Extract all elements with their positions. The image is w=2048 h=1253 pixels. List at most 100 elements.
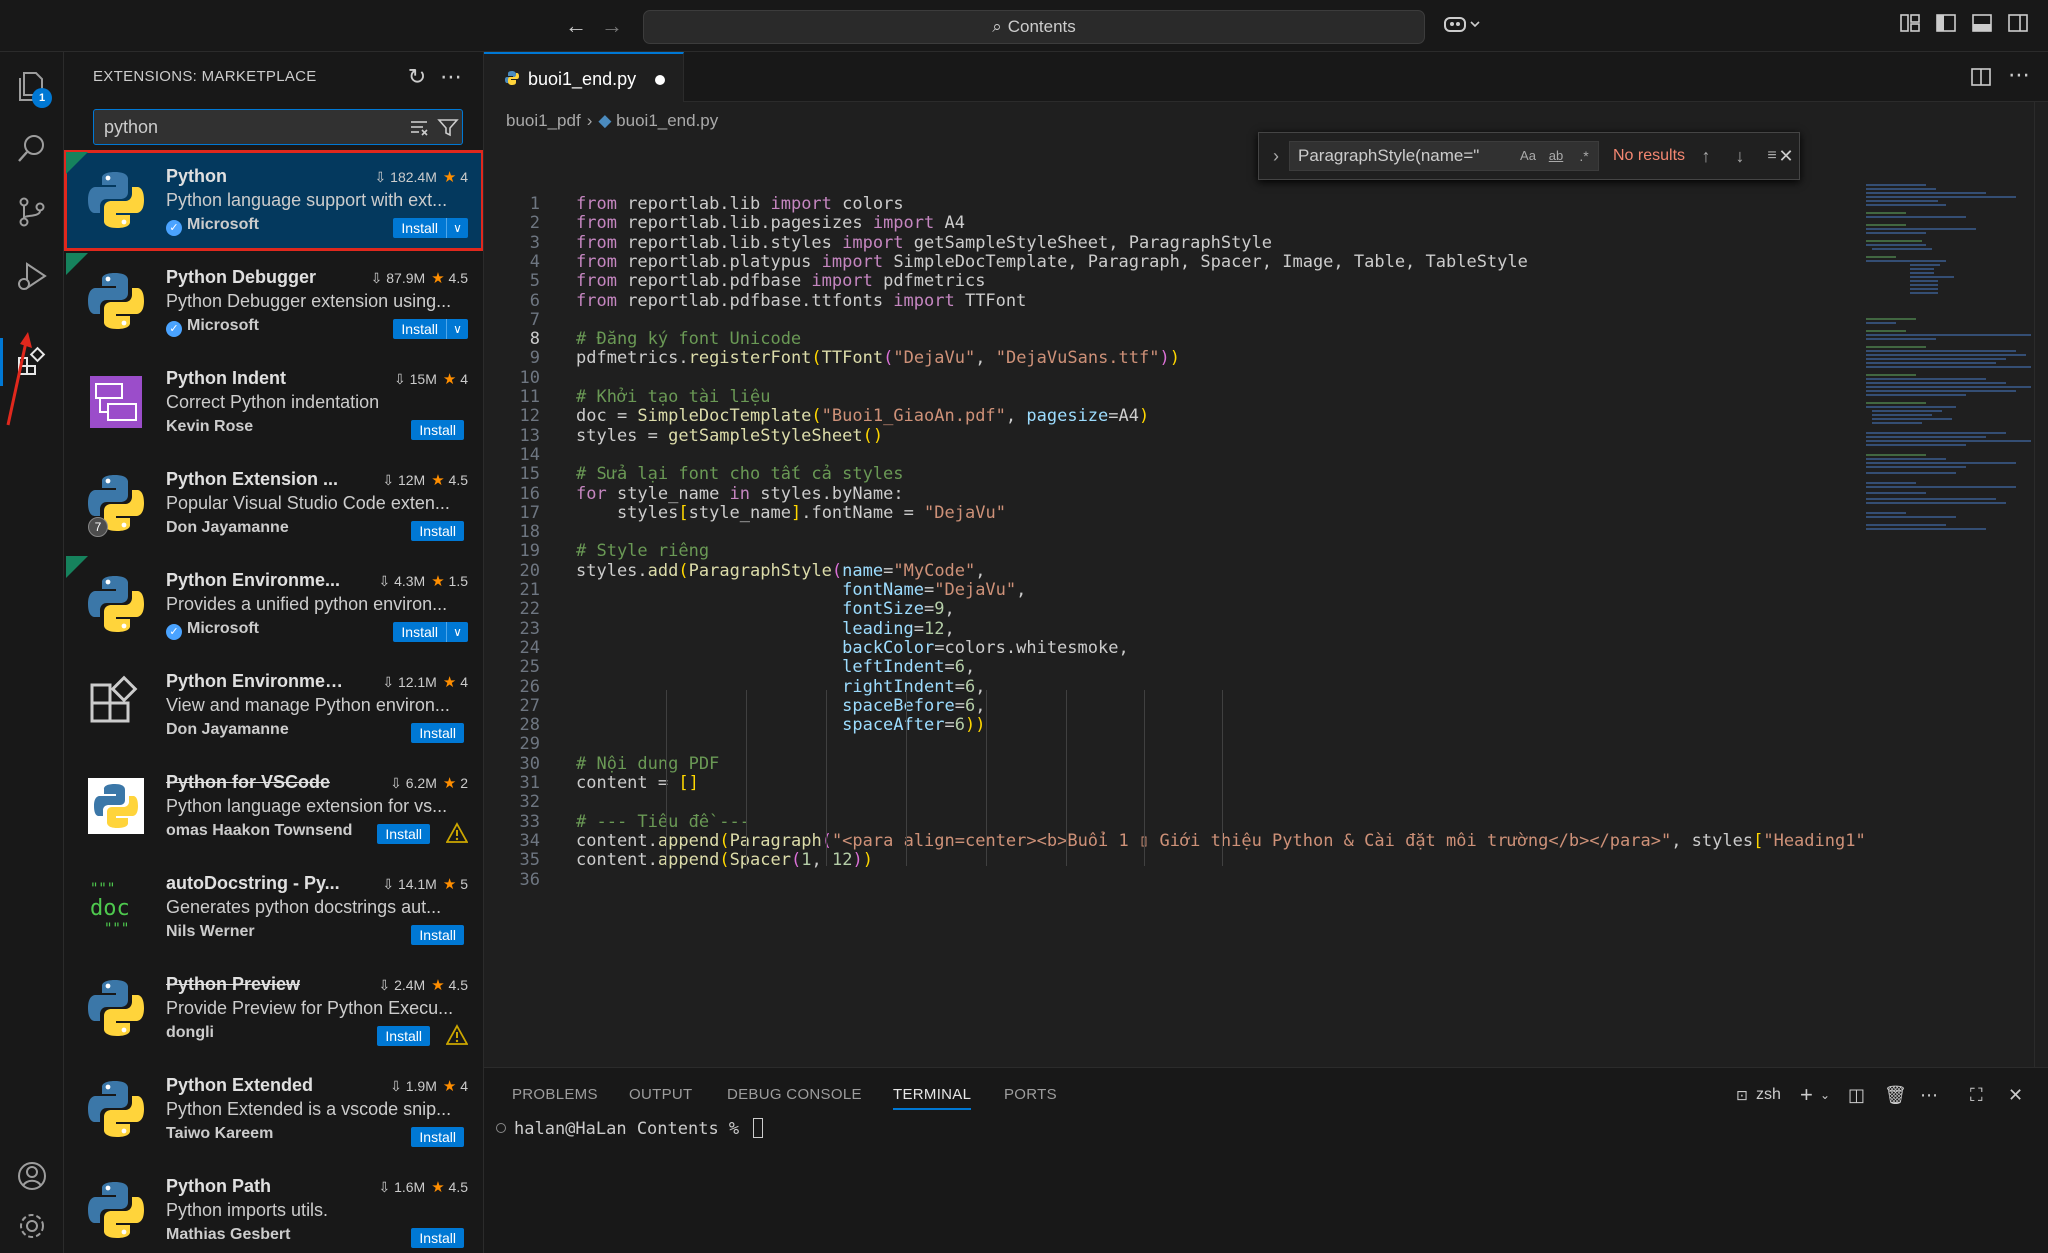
- extension-search-box[interactable]: [93, 109, 463, 145]
- extension-item[interactable]: Python for VSCode ⇩ 6.2M ★ 2 Python languag…: [64, 756, 483, 857]
- editor-scrollbar[interactable]: [2034, 102, 2048, 1067]
- previous-match-arrow-up-icon[interactable]: ↑: [1693, 143, 1719, 169]
- terminal-output[interactable]: halan@HaLan Contents %: [496, 1118, 764, 1139]
- code-editor[interactable]: 1 from reportlab.lib import colors 2 from r…: [484, 178, 1864, 1066]
- more-actions-icon[interactable]: ⋯: [436, 62, 466, 92]
- kill-terminal-trash-icon[interactable]: 🗑: [1884, 1082, 1907, 1108]
- explorer-badge: 1: [32, 88, 52, 108]
- panel-tab-debug-console[interactable]: DEBUG CONSOLE: [727, 1086, 862, 1103]
- publisher-name[interactable]: Mathias Gesbert: [166, 1226, 290, 1243]
- toggle-secondary-sidebar-icon[interactable]: [2004, 12, 2032, 40]
- explorer-icon[interactable]: 1: [8, 62, 56, 110]
- next-match-arrow-down-icon[interactable]: ↓: [1727, 143, 1753, 169]
- install-button[interactable]: Install: [411, 521, 464, 541]
- panel-more-actions-icon[interactable]: ⋯: [1920, 1082, 1938, 1108]
- install-options-chevron-icon[interactable]: ∨: [446, 218, 468, 238]
- toggle-replace-chevron-icon[interactable]: ›: [1263, 143, 1289, 169]
- download-cloud-icon: ⇩: [382, 674, 398, 690]
- panel-tab-problems[interactable]: PROBLEMS: [512, 1086, 598, 1103]
- arrow-right-icon[interactable]: →: [598, 12, 626, 40]
- install-button[interactable]: Install: [393, 319, 446, 339]
- command-center[interactable]: ⌕ Contents: [643, 10, 1425, 44]
- new-terminal-plus-icon[interactable]: +: [1800, 1082, 1813, 1108]
- extension-search-input[interactable]: [104, 115, 374, 139]
- install-button[interactable]: Install: [411, 723, 464, 743]
- install-button[interactable]: Install: [411, 1127, 464, 1147]
- extension-item[interactable]: 7 Python Extension ... ⇩ 12M ★ 4.5 Popular V…: [64, 453, 483, 554]
- split-terminal-icon[interactable]: ◫: [1848, 1082, 1865, 1108]
- match-case-icon[interactable]: Aa: [1515, 143, 1541, 169]
- toggle-panel-icon[interactable]: [1968, 12, 1996, 40]
- publisher-name[interactable]: omas Haakon Townsend: [166, 822, 352, 839]
- extension-item[interactable]: Python Preview ⇩ 2.4M ★ 4.5 Provide Preview…: [64, 958, 483, 1059]
- copilot-icon[interactable]: [1442, 12, 1482, 40]
- settings-gear-icon[interactable]: [8, 1202, 56, 1250]
- install-button[interactable]: Install: [377, 824, 430, 844]
- install-button[interactable]: Install: [393, 218, 446, 238]
- customize-layout-icon[interactable]: [1896, 12, 1924, 40]
- unsaved-dot-icon[interactable]: [655, 75, 665, 85]
- svg-text:doc: doc: [90, 896, 130, 921]
- install-button[interactable]: Install: [411, 925, 464, 945]
- publisher-name[interactable]: Taiwo Kareem: [166, 1125, 273, 1142]
- toggle-primary-sidebar-icon[interactable]: [1932, 12, 1960, 40]
- extension-item[interactable]: Python Environme... ⇩ 4.3M ★ 1.5 Provides a…: [64, 554, 483, 655]
- extension-item[interactable]: Python Debugger ⇩ 87.9M ★ 4.5 Python Debugg…: [64, 251, 483, 352]
- extension-item[interactable]: Python Path ⇩ 1.6M ★ 4.5 Python imports uti…: [64, 1160, 483, 1253]
- install-options-chevron-icon[interactable]: ∨: [446, 319, 468, 339]
- install-button[interactable]: Install: [377, 1026, 430, 1046]
- maximize-panel-icon[interactable]: ⛶: [1970, 1082, 1983, 1108]
- breadcrumb-file[interactable]: buoi1_end.py: [616, 111, 718, 130]
- split-editor-icon[interactable]: [1970, 66, 1992, 88]
- run-debug-icon[interactable]: [8, 252, 56, 300]
- extension-item[interactable]: Python ⇩ 182.4M ★ 4 Python language support…: [64, 150, 483, 251]
- panel-tab-output[interactable]: OUTPUT: [629, 1086, 692, 1103]
- publisher-name[interactable]: Microsoft: [187, 620, 259, 637]
- terminal-shell-icon[interactable]: ⊡: [1736, 1082, 1748, 1108]
- extension-publisher: Kevin Rose: [166, 418, 253, 436]
- editor-more-actions-icon[interactable]: ⋯: [2008, 62, 2030, 88]
- accounts-icon[interactable]: [8, 1152, 56, 1200]
- extension-item[interactable]: Python Extended ⇩ 1.9M ★ 4 Python Extended …: [64, 1059, 483, 1160]
- code-line[interactable]: 36: [484, 868, 1864, 893]
- close-find-icon[interactable]: ✕: [1773, 143, 1799, 169]
- search-icon[interactable]: [8, 124, 56, 172]
- install-button[interactable]: Install: [393, 622, 446, 642]
- panel-tab-terminal[interactable]: TERMINAL: [893, 1086, 972, 1110]
- refresh-icon[interactable]: ↻: [402, 62, 432, 92]
- extension-description: Python imports utils.: [166, 1200, 329, 1220]
- publisher-name[interactable]: Don Jayamanne: [166, 721, 289, 738]
- extension-description: View and manage Python environ...: [166, 695, 450, 715]
- clear-filter-icon[interactable]: [408, 116, 430, 138]
- warning-icon[interactable]: [446, 1024, 468, 1046]
- use-regex-icon[interactable]: .*: [1571, 143, 1597, 169]
- arrow-left-icon[interactable]: ←: [562, 12, 590, 40]
- extension-publisher: ✓ Microsoft: [166, 317, 259, 337]
- extension-item[interactable]: Python Indent ⇩ 15M ★ 4 Correct Python inde…: [64, 352, 483, 453]
- source-control-icon[interactable]: [8, 188, 56, 236]
- close-panel-icon[interactable]: ✕: [2008, 1082, 2023, 1108]
- tab-buoi1-end-py[interactable]: buoi1_end.py: [484, 52, 684, 102]
- extension-name: Python Environmen...: [166, 671, 351, 691]
- filter-icon[interactable]: [437, 116, 459, 138]
- install-button[interactable]: Install: [411, 420, 464, 440]
- panel-tab-ports[interactable]: PORTS: [1004, 1086, 1057, 1103]
- publisher-name[interactable]: Microsoft: [187, 317, 259, 334]
- breadcrumb-folder[interactable]: buoi1_pdf: [506, 111, 581, 130]
- warning-icon[interactable]: [446, 822, 468, 844]
- install-button[interactable]: Install: [411, 1228, 464, 1248]
- indent-guide: [906, 690, 907, 866]
- publisher-name[interactable]: Don Jayamanne: [166, 519, 289, 536]
- publisher-name[interactable]: dongli: [166, 1024, 214, 1041]
- publisher-name[interactable]: Nils Werner: [166, 923, 255, 940]
- publisher-name[interactable]: Kevin Rose: [166, 418, 253, 435]
- publisher-name[interactable]: Microsoft: [187, 216, 259, 233]
- terminal-shell-label[interactable]: zsh: [1756, 1082, 1781, 1108]
- chevron-down-icon[interactable]: ⌄: [1820, 1082, 1830, 1108]
- extension-item[interactable]: Python Environmen... ⇩ 12.1M ★ 4 View and m…: [64, 655, 483, 756]
- match-whole-word-icon[interactable]: ab: [1543, 143, 1569, 169]
- extension-item[interactable]: """ doc """ autoDocstring - Py... ⇩ 14.1M ★ 5…: [64, 857, 483, 958]
- minimap[interactable]: [1864, 102, 2034, 1067]
- install-options-chevron-icon[interactable]: ∨: [446, 622, 468, 642]
- verified-publisher-icon: ✓: [166, 624, 182, 640]
